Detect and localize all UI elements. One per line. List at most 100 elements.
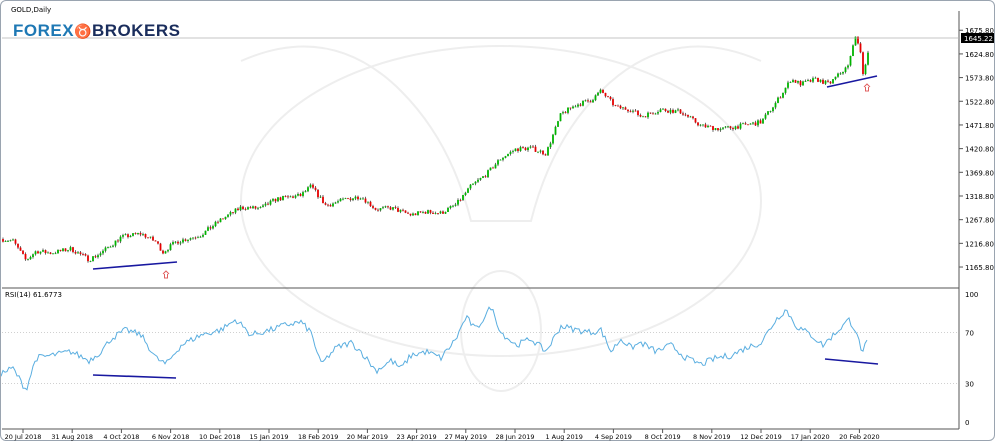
candle: [42, 248, 44, 253]
candle: [37, 250, 39, 254]
time-tick-label: 10 Dec 2018: [199, 433, 241, 441]
current-price-tag-text: 1645.22: [964, 35, 993, 43]
candle: [324, 201, 327, 206]
candle: [419, 211, 422, 213]
time-tick-label: 8 Nov 2019: [693, 433, 731, 441]
candle: [392, 207, 394, 211]
candle: [642, 115, 644, 118]
candle: [67, 249, 69, 253]
candle: [22, 250, 24, 255]
candle: [14, 238, 17, 246]
candle: [132, 232, 134, 237]
bull-icon: ♉: [74, 23, 92, 39]
candle: [367, 201, 369, 205]
time-tick-label: 28 Jun 2019: [495, 433, 534, 441]
candle: [402, 208, 404, 212]
candle: [777, 96, 779, 104]
candle: [689, 115, 692, 118]
candle: [424, 211, 427, 215]
candle: [212, 224, 214, 230]
rsi-trendline-1: [92, 374, 177, 379]
candle: [297, 192, 299, 197]
candle: [564, 110, 567, 114]
candle: [122, 233, 124, 239]
candle: [699, 124, 702, 127]
candle: [194, 236, 197, 240]
candle: [852, 44, 854, 57]
candle: [542, 150, 544, 156]
candle: [527, 146, 529, 152]
candle: [827, 79, 829, 83]
rsi-label: RSI(14) 61.6773: [5, 291, 62, 299]
candle: [862, 51, 864, 76]
candle: [814, 76, 817, 79]
candle: [379, 208, 382, 212]
candle: [362, 197, 364, 200]
chart-svg: GOLD,Daily RSI(14) 61.6773 1675.801624.8…: [1, 6, 994, 441]
candle: [389, 205, 392, 211]
candle: [309, 183, 312, 189]
candle: [444, 211, 447, 215]
candle: [522, 146, 524, 149]
candle: [9, 239, 12, 242]
candle: [327, 203, 329, 207]
candle: [139, 231, 142, 237]
candle: [377, 208, 379, 212]
candle: [277, 197, 279, 203]
candle: [237, 207, 239, 211]
candle: [787, 80, 789, 90]
candle: [802, 80, 804, 86]
candle: [292, 195, 294, 199]
candle: [454, 202, 457, 207]
candle: [99, 251, 102, 257]
candle: [712, 125, 714, 132]
candle: [149, 236, 152, 239]
candle: [749, 123, 752, 125]
candle: [817, 77, 819, 83]
candle: [337, 199, 339, 204]
candle: [4, 240, 7, 242]
candle: [767, 111, 769, 116]
candle: [219, 217, 222, 223]
candle: [684, 112, 687, 117]
candle: [84, 253, 87, 257]
candle: [34, 250, 37, 256]
candle: [439, 210, 442, 214]
candle: [447, 206, 449, 212]
candle: [314, 186, 317, 192]
candle: [412, 212, 414, 217]
candle: [789, 81, 792, 84]
candle: [182, 237, 184, 244]
candle: [114, 240, 117, 248]
candle: [629, 109, 632, 113]
candle: [289, 195, 292, 198]
candle: [294, 194, 297, 199]
candle: [407, 211, 409, 214]
candle: [54, 251, 57, 255]
candle: [197, 235, 199, 239]
candle: [484, 174, 487, 178]
candle: [422, 210, 424, 214]
candle: [782, 92, 784, 99]
candle: [702, 124, 704, 127]
candle: [129, 234, 132, 238]
candle: [742, 122, 744, 125]
candle: [539, 149, 542, 154]
candle: [232, 212, 234, 215]
rsi-tick-label: 0: [965, 419, 969, 427]
candle: [637, 109, 639, 117]
candle: [634, 109, 637, 112]
candle: [267, 201, 269, 206]
candle: [457, 198, 459, 207]
candle: [624, 106, 627, 110]
candle: [227, 214, 229, 218]
candle: [469, 183, 472, 191]
candle: [97, 253, 99, 259]
time-tick-label: 23 Apr 2019: [396, 433, 436, 441]
candle: [517, 147, 519, 153]
candle: [844, 66, 847, 74]
candle: [547, 146, 549, 156]
candle: [794, 79, 797, 84]
price-axis: 1675.801624.801573.801522.801471.801420.…: [959, 27, 994, 272]
price-tick-label: 1522.80: [965, 98, 994, 106]
